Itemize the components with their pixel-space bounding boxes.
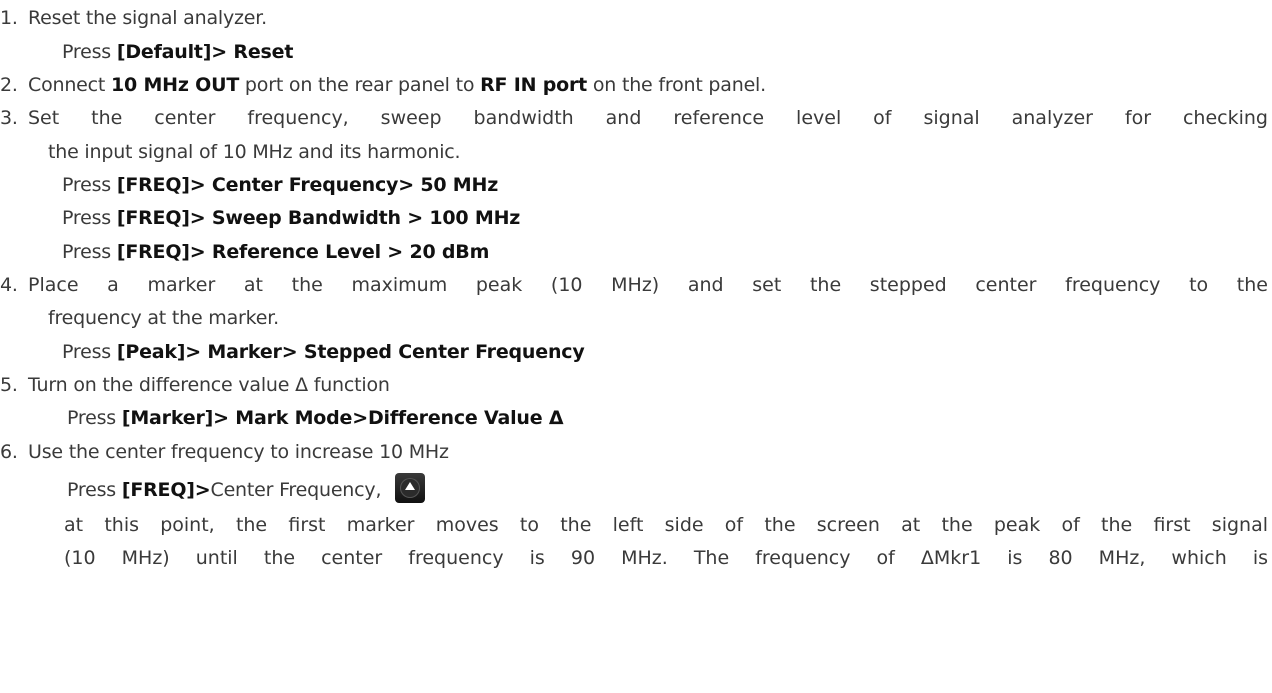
command-text: [FREQ]> Reference Level > 20 dBm xyxy=(116,241,490,263)
command-text: [FREQ]> Sweep Bandwidth > 100 MHz xyxy=(116,207,521,229)
step-4: 4. xyxy=(0,272,28,298)
press-label: Press xyxy=(62,207,117,229)
step-text: Reset the signal analyzer. xyxy=(28,7,267,29)
step-text: on the front panel. xyxy=(587,74,766,96)
port-name: 10 MHz OUT xyxy=(111,74,240,96)
step-3-command-3: Press [FREQ]> Reference Level > 20 dBm xyxy=(62,239,489,265)
step-3-command-1: Press [FREQ]> Center Frequency> 50 MHz xyxy=(62,172,498,198)
step-4-line-2: frequency at the marker. xyxy=(48,307,279,329)
step-number: 3. xyxy=(0,107,18,129)
step-number: 4. xyxy=(0,274,18,296)
press-label: Press xyxy=(62,174,117,196)
step-3-line-1: Set the center frequency, sweep bandwidt… xyxy=(28,107,1268,129)
step-text: Turn on the difference value Δ function xyxy=(28,374,390,396)
step-4-command: Press [Peak]> Marker> Stepped Center Fre… xyxy=(62,339,585,365)
press-label: Press xyxy=(62,241,117,263)
port-name: RF IN port xyxy=(480,74,588,96)
step-3-command-2: Press [FREQ]> Sweep Bandwidth > 100 MHz xyxy=(62,205,520,231)
step-4-line-1: Place a marker at the maximum peak (10 M… xyxy=(28,274,1268,296)
paragraph-line-1: at this point, the first marker moves to… xyxy=(64,514,1268,536)
press-label: Press xyxy=(67,479,122,501)
command-text: [FREQ]> Center Frequency> 50 MHz xyxy=(116,174,499,196)
step-6-command: Press [FREQ]>Center Frequency, xyxy=(67,473,426,503)
step-text: Use the center frequency to increase 10 … xyxy=(28,441,449,463)
step-5: 5. Turn on the difference value Δ functio… xyxy=(0,372,390,398)
step-5-command: Press [Marker]> Mark Mode>Difference Val… xyxy=(67,405,564,431)
step-3-line-2: the input signal of 10 MHz and its harmo… xyxy=(48,141,461,163)
step-text: port on the rear panel to xyxy=(239,74,481,96)
step-1-command: Press [Default]> Reset xyxy=(62,39,293,65)
command-text: [Marker]> Mark Mode>Difference Value Δ xyxy=(121,407,564,429)
press-label: Press xyxy=(67,407,122,429)
command-text: [Default]> Reset xyxy=(116,41,294,63)
document-page: 1. Reset the signal analyzer. Press [Defa… xyxy=(0,0,1272,693)
step-number: 6. xyxy=(0,441,18,463)
command-rest: Center Frequency, xyxy=(210,479,382,501)
press-label: Press xyxy=(62,41,117,63)
step-number: 1. xyxy=(0,7,18,29)
up-arrow-button-icon xyxy=(395,473,426,503)
step-1: 1. Reset the signal analyzer. xyxy=(0,5,267,31)
step-6: 6. Use the center frequency to increase 1… xyxy=(0,439,449,465)
command-text: [Peak]> Marker> Stepped Center Frequency xyxy=(116,341,585,363)
step-number: 2. xyxy=(0,74,18,96)
command-text: [FREQ]> xyxy=(121,479,211,501)
press-label: Press xyxy=(62,341,117,363)
paragraph-line-2: (10 MHz) until the center frequency is 9… xyxy=(64,547,1268,569)
step-2: 2. Connect 10 MHz OUT port on the rear pa… xyxy=(0,72,766,98)
step-number: 5. xyxy=(0,374,18,396)
step-text: Connect xyxy=(28,74,112,96)
